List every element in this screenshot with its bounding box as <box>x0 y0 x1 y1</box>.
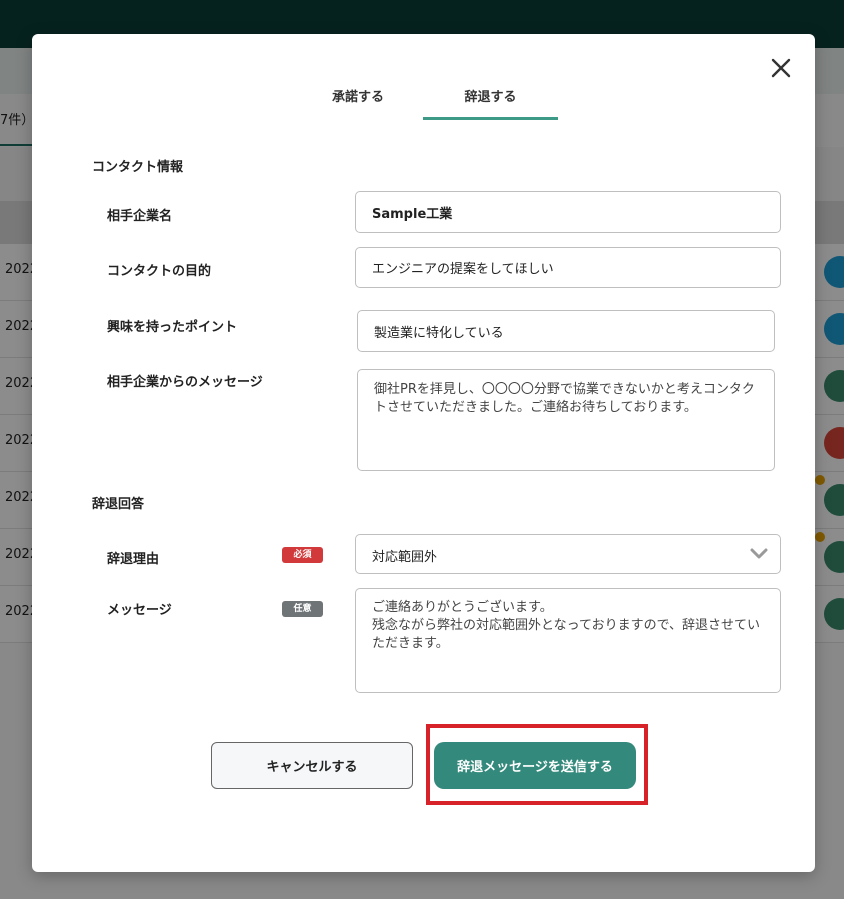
decline-message-label: メッセージ <box>107 603 172 618</box>
decline-modal: 承諾する 辞退する コンタクト情報 相手企業名 コンタクトの目的 興味を持ったポ… <box>32 34 815 872</box>
send-decline-message-button[interactable]: 辞退メッセージを送信する <box>434 742 636 789</box>
interest-point-label: 興味を持ったポイント <box>107 320 238 335</box>
tab-decline[interactable]: 辞退する <box>423 84 558 120</box>
decline-reason-value: 対応範囲外 <box>372 550 438 565</box>
chevron-down-icon <box>750 548 768 559</box>
required-badge: 必須 <box>282 547 323 563</box>
tab-accept[interactable]: 承諾する <box>302 84 414 120</box>
contact-purpose-field[interactable] <box>355 247 781 288</box>
decline-reason-label: 辞退理由 <box>107 552 160 567</box>
close-button[interactable] <box>769 56 793 80</box>
cancel-button[interactable]: キャンセルする <box>211 742 413 789</box>
partner-message-label: 相手企業からのメッセージ <box>107 375 263 390</box>
decline-message-field[interactable] <box>355 588 781 693</box>
company-name-label: 相手企業名 <box>107 209 173 224</box>
close-icon <box>771 58 791 78</box>
decline-reason-select[interactable]: 対応範囲外 <box>355 534 781 574</box>
partner-message-field[interactable] <box>357 369 775 471</box>
response-tabs: 承諾する 辞退する <box>302 84 558 120</box>
company-name-field[interactable] <box>355 191 781 233</box>
interest-point-field[interactable] <box>357 310 775 352</box>
decline-section-title: 辞退回答 <box>92 497 145 512</box>
contact-section-title: コンタクト情報 <box>92 160 184 175</box>
optional-badge: 任意 <box>282 601 323 617</box>
contact-purpose-label: コンタクトの目的 <box>107 264 212 279</box>
